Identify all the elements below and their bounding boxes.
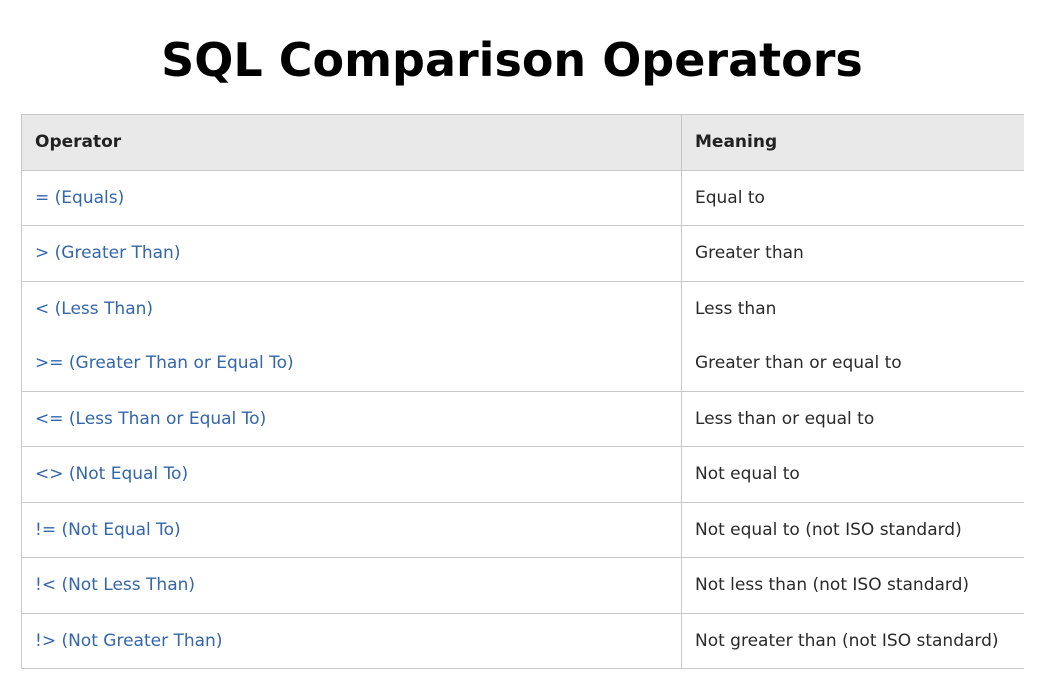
operator-cell[interactable]: !> (Not Greater Than) [21, 613, 682, 669]
operator-cell[interactable]: = (Equals) [21, 170, 682, 226]
meaning-cell: Greater than or equal to [681, 336, 1024, 392]
table-row: > (Greater Than) Greater than [21, 225, 1024, 282]
operator-cell[interactable]: != (Not Equal To) [21, 502, 682, 558]
operator-cell[interactable]: < (Less Than) [21, 281, 682, 336]
operator-cell[interactable]: <= (Less Than or Equal To) [21, 391, 682, 447]
table-row: != (Not Equal To) Not equal to (not ISO … [21, 502, 1024, 558]
meaning-cell: Less than [695, 298, 777, 319]
table-row: >= (Greater Than or Equal To) Greater th… [21, 336, 1024, 392]
meaning-cell: Greater than [681, 225, 1024, 282]
table-row: < (Less Than) Less than [21, 281, 1024, 336]
meaning-cell: Not greater than (not ISO standard) [681, 613, 1024, 669]
meaning-cell: Not equal to [681, 446, 1024, 503]
table-row: !< (Not Less Than) Not less than (not IS… [21, 557, 1024, 614]
operators-table: Operator Meaning = (Equals) Equal to > (… [21, 114, 1024, 669]
operator-column-header: Operator [21, 114, 682, 171]
operator-cell[interactable]: <> (Not Equal To) [21, 446, 682, 503]
page-title: SQL Comparison Operators [161, 33, 863, 87]
meaning-cell: Not less than (not ISO standard) [681, 557, 1024, 614]
table-row: = (Equals) Equal to [21, 170, 1024, 226]
operator-cell[interactable]: > (Greater Than) [21, 225, 682, 282]
operator-cell[interactable]: >= (Greater Than or Equal To) [21, 336, 682, 392]
table-row: <= (Less Than or Equal To) Less than or … [21, 391, 1024, 447]
table-row: <> (Not Equal To) Not equal to [21, 446, 1024, 503]
operator-cell[interactable]: !< (Not Less Than) [21, 557, 682, 614]
meaning-cell: Equal to [681, 170, 1024, 226]
table-header-row: Operator Meaning [21, 114, 1024, 171]
table-row: !> (Not Greater Than) Not greater than (… [21, 613, 1024, 669]
meaning-cell: Not equal to (not ISO standard) [681, 502, 1024, 558]
operators-table-container: Operator Meaning = (Equals) Equal to > (… [21, 114, 1024, 669]
meaning-column-header: Meaning [681, 114, 1024, 171]
meaning-cell: Less than or equal to [681, 391, 1024, 447]
